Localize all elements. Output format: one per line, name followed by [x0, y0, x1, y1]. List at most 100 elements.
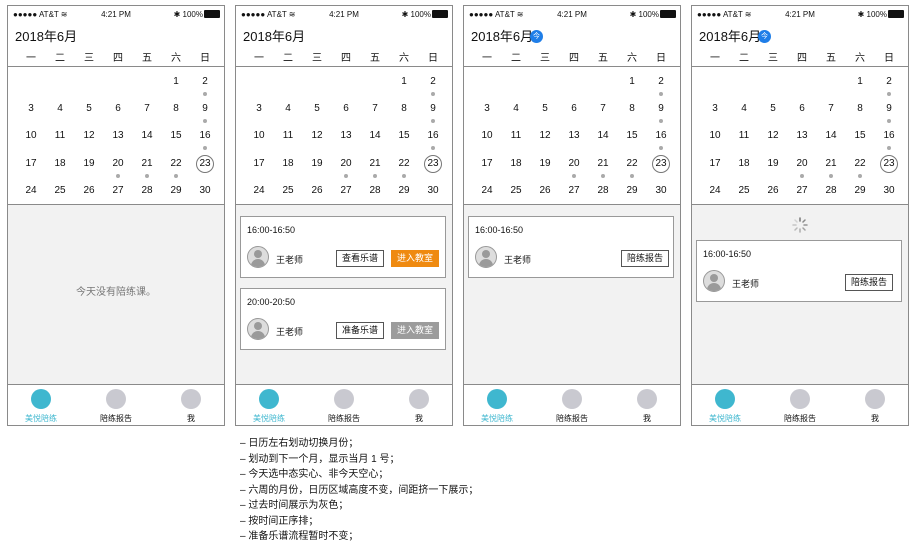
calendar-day[interactable]: 14 — [136, 125, 158, 147]
calendar-day[interactable]: 20 — [335, 153, 357, 175]
calendar-day-today[interactable]: 23 — [650, 153, 672, 175]
calendar-day[interactable]: 6 — [563, 98, 585, 120]
practice-report-button[interactable]: 陪练报告 — [621, 250, 669, 267]
tab-practice[interactable]: 美悦陪练 — [11, 389, 71, 425]
calendar-day[interactable]: 22 — [849, 153, 871, 175]
today-button[interactable]: 今 — [758, 30, 771, 43]
calendar-day[interactable]: 19 — [306, 153, 328, 175]
calendar-day[interactable]: 16 — [878, 125, 900, 147]
calendar-day[interactable]: 12 — [306, 125, 328, 147]
calendar-day[interactable]: 24 — [704, 180, 726, 202]
calendar-day[interactable]: 29 — [393, 180, 415, 202]
calendar-day[interactable]: 11 — [277, 125, 299, 147]
calendar-day[interactable]: 5 — [534, 98, 556, 120]
calendar-day[interactable]: 3 — [20, 98, 42, 120]
calendar-day[interactable]: 15 — [165, 125, 187, 147]
calendar-day[interactable]: 11 — [733, 125, 755, 147]
calendar-day[interactable]: 10 — [20, 125, 42, 147]
calendar-day[interactable]: 17 — [476, 153, 498, 175]
calendar-day[interactable]: 12 — [762, 125, 784, 147]
calendar-day[interactable]: 14 — [364, 125, 386, 147]
tab-practice[interactable]: 美悦陪练 — [467, 389, 527, 425]
calendar-day[interactable]: 4 — [733, 98, 755, 120]
tab-me[interactable]: 我 — [161, 389, 221, 425]
calendar-day[interactable]: 30 — [422, 180, 444, 202]
calendar-day[interactable]: 6 — [791, 98, 813, 120]
calendar-day[interactable]: 17 — [704, 153, 726, 175]
calendar-day[interactable]: 20 — [791, 153, 813, 175]
tab-practice[interactable]: 美悦陪练 — [695, 389, 755, 425]
calendar-day[interactable]: 15 — [393, 125, 415, 147]
calendar-day[interactable]: 8 — [621, 98, 643, 120]
calendar-day[interactable]: 13 — [563, 125, 585, 147]
calendar-day[interactable]: 5 — [306, 98, 328, 120]
calendar-day[interactable]: 21 — [364, 153, 386, 175]
calendar-day[interactable]: 13 — [335, 125, 357, 147]
tab-report[interactable]: 陪练报告 — [542, 389, 602, 425]
calendar-day[interactable]: 2 — [422, 71, 444, 93]
calendar-day[interactable]: 12 — [78, 125, 100, 147]
tab-me[interactable]: 我 — [389, 389, 449, 425]
calendar-day[interactable]: 16 — [650, 125, 672, 147]
calendar-day[interactable]: 27 — [563, 180, 585, 202]
calendar-day[interactable]: 14 — [820, 125, 842, 147]
calendar-day[interactable]: 7 — [364, 98, 386, 120]
calendar-day[interactable]: 5 — [78, 98, 100, 120]
calendar-day[interactable]: 10 — [476, 125, 498, 147]
calendar-day[interactable]: 30 — [194, 180, 216, 202]
calendar-day[interactable]: 19 — [534, 153, 556, 175]
calendar-day[interactable]: 19 — [762, 153, 784, 175]
calendar-day[interactable]: 25 — [277, 180, 299, 202]
calendar-day[interactable]: 1 — [621, 71, 643, 93]
calendar-day[interactable]: 21 — [820, 153, 842, 175]
calendar-day[interactable]: 1 — [849, 71, 871, 93]
calendar-day[interactable]: 29 — [165, 180, 187, 202]
calendar-day[interactable]: 7 — [820, 98, 842, 120]
today-button[interactable]: 今 — [530, 30, 543, 43]
enter-classroom-button[interactable]: 进入教室 — [391, 250, 439, 267]
calendar-day[interactable]: 13 — [791, 125, 813, 147]
calendar-day[interactable]: 17 — [20, 153, 42, 175]
calendar-day[interactable]: 11 — [505, 125, 527, 147]
calendar-day[interactable]: 29 — [621, 180, 643, 202]
view-score-button[interactable]: 查看乐谱 — [336, 250, 384, 267]
calendar-day[interactable]: 10 — [248, 125, 270, 147]
calendar-day[interactable]: 25 — [733, 180, 755, 202]
calendar-day[interactable]: 9 — [422, 98, 444, 120]
tab-report[interactable]: 陪练报告 — [314, 389, 374, 425]
prepare-score-button[interactable]: 准备乐谱 — [336, 322, 384, 339]
calendar-day[interactable]: 21 — [592, 153, 614, 175]
calendar-day[interactable]: 4 — [277, 98, 299, 120]
calendar-day[interactable]: 24 — [476, 180, 498, 202]
calendar-day[interactable]: 14 — [592, 125, 614, 147]
calendar-day[interactable]: 22 — [165, 153, 187, 175]
calendar-day-today[interactable]: 23 — [194, 153, 216, 175]
calendar-day[interactable]: 4 — [505, 98, 527, 120]
calendar-day[interactable]: 30 — [878, 180, 900, 202]
calendar-day[interactable]: 2 — [650, 71, 672, 93]
calendar-day[interactable]: 22 — [621, 153, 643, 175]
practice-report-button[interactable]: 陪练报告 — [845, 274, 893, 291]
calendar-day[interactable]: 26 — [762, 180, 784, 202]
calendar-day[interactable]: 27 — [335, 180, 357, 202]
calendar-day[interactable]: 26 — [78, 180, 100, 202]
calendar-day[interactable]: 27 — [107, 180, 129, 202]
calendar-day[interactable]: 16 — [194, 125, 216, 147]
calendar-day[interactable]: 3 — [248, 98, 270, 120]
calendar-day[interactable]: 15 — [621, 125, 643, 147]
calendar-day[interactable]: 12 — [534, 125, 556, 147]
calendar-day-today[interactable]: 23 — [422, 153, 444, 175]
calendar-day[interactable]: 25 — [49, 180, 71, 202]
calendar-day[interactable]: 26 — [306, 180, 328, 202]
calendar-day[interactable]: 28 — [820, 180, 842, 202]
tab-me[interactable]: 我 — [617, 389, 677, 425]
calendar-day[interactable]: 8 — [393, 98, 415, 120]
calendar-day[interactable]: 25 — [505, 180, 527, 202]
calendar-day[interactable]: 8 — [165, 98, 187, 120]
calendar-day[interactable]: 9 — [878, 98, 900, 120]
calendar-day[interactable]: 1 — [165, 71, 187, 93]
calendar-day[interactable]: 17 — [248, 153, 270, 175]
calendar-day[interactable]: 8 — [849, 98, 871, 120]
calendar-day[interactable]: 18 — [49, 153, 71, 175]
calendar-day[interactable]: 3 — [704, 98, 726, 120]
